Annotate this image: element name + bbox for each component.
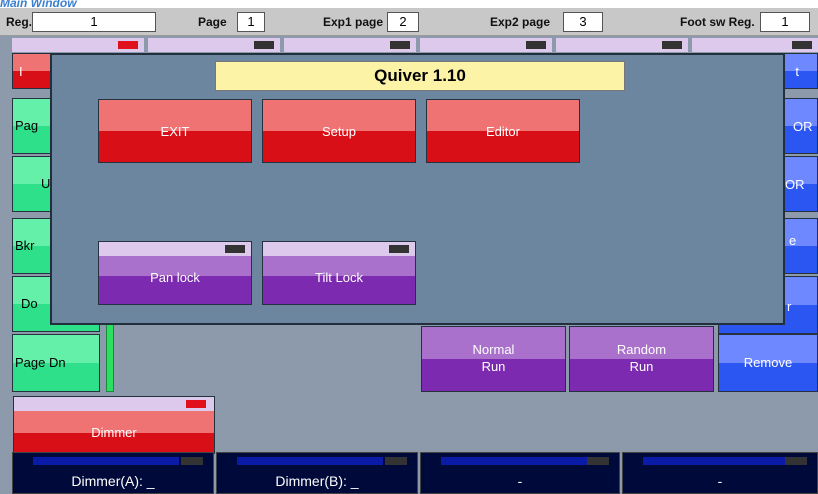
reg-field[interactable]: 1 — [32, 12, 156, 32]
exp2-page-label: Exp2 page — [490, 15, 551, 29]
remove-button[interactable]: Remove — [718, 334, 818, 392]
slot-indicator — [785, 457, 807, 465]
foot-sw-reg-label: Foot sw Reg. — [680, 15, 755, 29]
pan-lock-button[interactable]: Pan lock — [98, 241, 252, 305]
main-workspace: I Pag U Bkr Do Page Dn t OR OR e r Remov… — [0, 36, 818, 494]
channel-indicator — [792, 41, 812, 49]
channel-header-3 — [284, 38, 416, 52]
exp1-page-field[interactable]: 2 — [387, 12, 419, 32]
tilt-lock-button[interactable]: Tilt Lock — [262, 241, 416, 305]
slot-level-bar — [643, 457, 789, 465]
normal-run-button[interactable]: Normal Run — [421, 326, 566, 392]
channel-indicator — [390, 41, 410, 49]
page-down-button[interactable]: Page Dn — [12, 334, 100, 392]
level-bar — [106, 316, 114, 392]
page-label: Page — [198, 15, 227, 29]
slot-level-bar — [237, 457, 383, 465]
page-field[interactable]: 1 — [237, 12, 265, 32]
tilt-lock-indicator — [389, 245, 409, 253]
channel-indicator — [526, 41, 546, 49]
channel-indicator — [662, 41, 682, 49]
channel-header-6 — [692, 38, 818, 52]
window-caption: Main Window — [0, 0, 77, 10]
reg-label: Reg. — [6, 15, 33, 29]
slot-indicator — [385, 457, 407, 465]
slot-level-bar — [33, 457, 179, 465]
dialog-title: Quiver 1.10 — [215, 61, 625, 91]
exit-button[interactable]: EXIT — [98, 99, 252, 163]
channel-indicator — [118, 41, 138, 49]
exp2-page-field[interactable]: 3 — [563, 12, 603, 32]
empty-slot-2: - — [622, 452, 818, 494]
dimmer-a-slot: Dimmer(A): _ — [12, 452, 214, 494]
channel-header-2 — [148, 38, 280, 52]
dimmer-indicator — [186, 400, 206, 408]
slot-indicator — [587, 457, 609, 465]
random-run-button[interactable]: Random Run — [569, 326, 714, 392]
setup-button[interactable]: Setup — [262, 99, 416, 163]
pan-lock-indicator — [225, 245, 245, 253]
channel-header-4 — [420, 38, 552, 52]
channel-header-1 — [12, 38, 144, 52]
channel-header-5 — [556, 38, 688, 52]
channel-indicator — [254, 41, 274, 49]
foot-sw-reg-field[interactable]: 1 — [760, 12, 810, 32]
quiver-dialog: Quiver 1.10 EXIT Setup Editor Pan lock T… — [50, 53, 785, 325]
exp1-page-label: Exp1 page — [323, 15, 384, 29]
editor-button[interactable]: Editor — [426, 99, 580, 163]
dimmer-b-slot: Dimmer(B): _ — [216, 452, 418, 494]
dimmer-button[interactable]: Dimmer — [13, 396, 215, 454]
empty-slot-1: - — [420, 452, 620, 494]
slot-indicator — [181, 457, 203, 465]
register-toolbar: Reg. 1 Page 1 Exp1 page 2 Exp2 page 3 Fo… — [0, 8, 818, 36]
slot-level-bar — [441, 457, 587, 465]
